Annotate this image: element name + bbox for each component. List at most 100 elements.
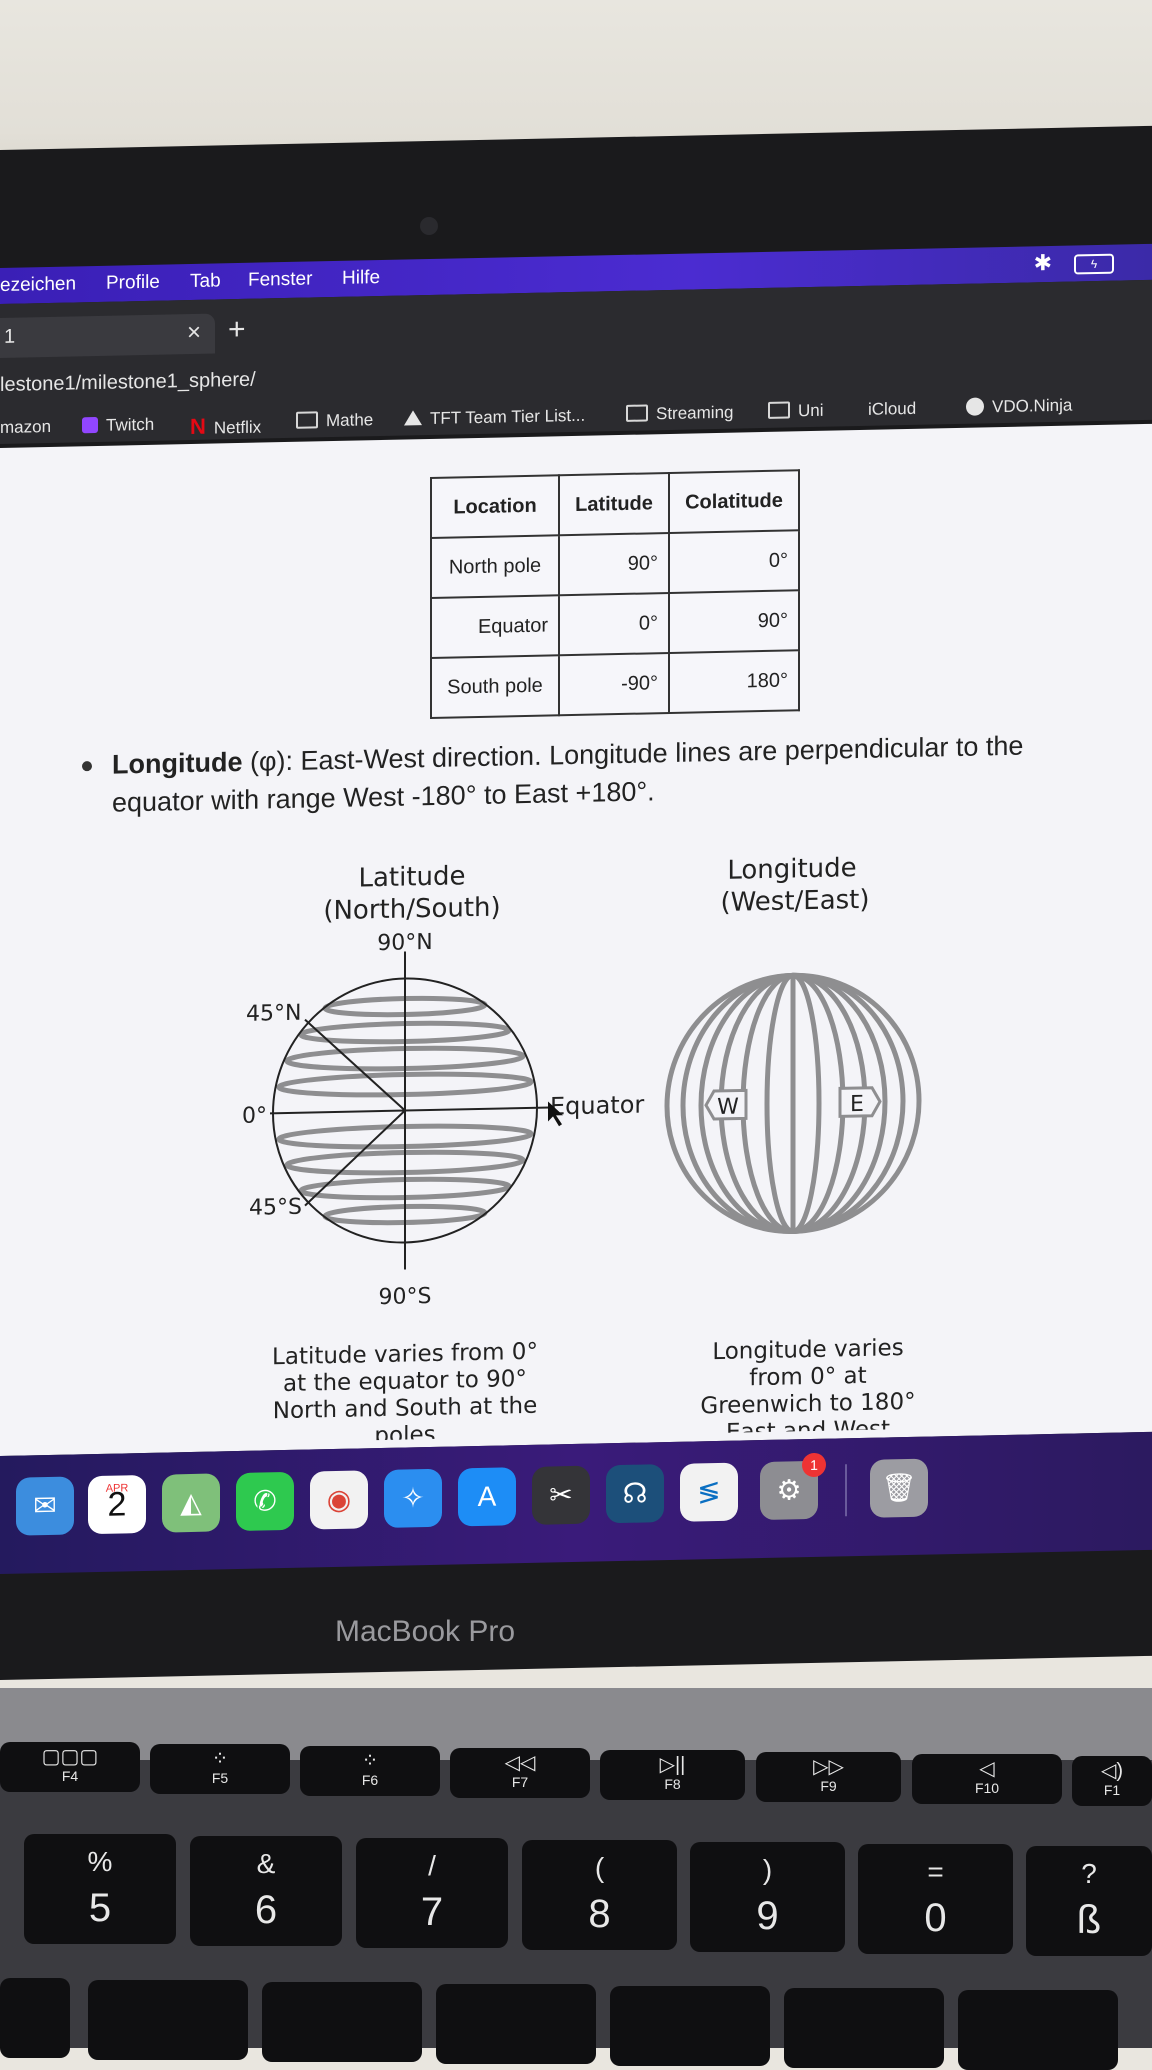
table-cell: 0° bbox=[669, 530, 799, 593]
key-z[interactable] bbox=[262, 1982, 422, 2062]
f8-key[interactable]: ▷|| F8 bbox=[600, 1750, 745, 1800]
new-tab-button[interactable]: + bbox=[228, 313, 246, 347]
label-equator: Equator bbox=[550, 1091, 644, 1121]
bullet-symbol: (φ) bbox=[249, 746, 286, 777]
menu-window[interactable]: Fenster bbox=[248, 268, 312, 291]
folder-icon bbox=[296, 411, 318, 429]
table-cell: -90° bbox=[559, 652, 669, 716]
bookmark-streaming[interactable]: Streaming bbox=[626, 403, 733, 425]
bullet-term: Longitude bbox=[112, 746, 243, 780]
menu-tab[interactable]: Tab bbox=[190, 270, 221, 293]
final-cut-icon[interactable]: ✂ bbox=[532, 1465, 590, 1525]
key-0[interactable]: = 0 bbox=[858, 1844, 1013, 1954]
table-cell: Equator bbox=[431, 595, 559, 658]
address-bar[interactable]: lestone1/milestone1_sphere/ bbox=[0, 369, 256, 397]
bookmark-uni[interactable]: Uni bbox=[768, 401, 824, 422]
key-t[interactable] bbox=[88, 1980, 248, 2060]
settings-badge: 1 bbox=[802, 1452, 826, 1478]
east-marker: E bbox=[838, 1086, 882, 1118]
label-45s: 45°S bbox=[249, 1195, 302, 1221]
f4-key[interactable]: ▢▢▢ F4 bbox=[0, 1742, 140, 1792]
key-u[interactable] bbox=[436, 1984, 596, 2064]
macbook-brand: MacBook Pro bbox=[335, 1615, 516, 1648]
longitude-caption-line: from 0° at bbox=[749, 1363, 866, 1391]
key-5[interactable]: % 5 bbox=[24, 1834, 176, 1944]
key-9[interactable]: ) 9 bbox=[690, 1842, 845, 1952]
tab-title: 1 bbox=[4, 325, 16, 348]
f11-key[interactable]: ◁) F1 bbox=[1072, 1756, 1152, 1806]
chrome-icon[interactable]: ◉ bbox=[310, 1470, 368, 1530]
f10-key[interactable]: ◁ F10 bbox=[912, 1754, 1062, 1804]
calendar-icon[interactable]: APR 2 bbox=[88, 1474, 146, 1535]
table-cell: 180° bbox=[669, 650, 799, 713]
bookmark-amazon[interactable]: mazon bbox=[0, 417, 51, 438]
bluetooth-icon[interactable]: ✱ bbox=[1034, 250, 1052, 276]
latitude-caption-line: at the equator to 90° bbox=[283, 1366, 527, 1397]
key-i[interactable] bbox=[610, 1986, 770, 2066]
header-location: Location bbox=[431, 475, 559, 538]
bookmark-mathe[interactable]: Mathe bbox=[296, 410, 373, 432]
west-marker: W bbox=[704, 1088, 748, 1121]
page-content: Location Latitude Colatitude North pole … bbox=[0, 423, 1152, 1457]
longitude-caption-line: Greenwich to 180° bbox=[700, 1389, 915, 1420]
longitude-subtitle: (West/East) bbox=[720, 885, 869, 918]
bookmark-tft[interactable]: TFT Team Tier List... bbox=[404, 406, 585, 430]
header-colatitude: Colatitude bbox=[669, 470, 799, 533]
app-store-icon[interactable]: A bbox=[458, 1467, 516, 1527]
equator-line bbox=[270, 1106, 550, 1115]
whatsapp-icon[interactable]: ✆ bbox=[236, 1471, 294, 1532]
key-6[interactable]: & 6 bbox=[190, 1836, 342, 1946]
latitude-caption-line: poles bbox=[374, 1422, 435, 1448]
table-row: South pole -90° 180° bbox=[431, 650, 799, 718]
table-cell: North pole bbox=[431, 535, 559, 598]
bookmark-netflix[interactable]: N Netflix bbox=[190, 413, 261, 440]
close-tab-icon[interactable]: × bbox=[187, 319, 201, 347]
latitude-title: Latitude bbox=[358, 861, 465, 893]
trash-icon[interactable]: 🗑 bbox=[870, 1458, 928, 1518]
menu-help[interactable]: Hilfe bbox=[342, 267, 380, 290]
f6-key[interactable]: ⁘ F6 bbox=[300, 1746, 440, 1796]
key-sharp-s[interactable]: ? ß bbox=[1026, 1846, 1152, 1956]
safari-icon[interactable]: ✧ bbox=[384, 1468, 442, 1528]
key-partial[interactable] bbox=[0, 1978, 70, 2058]
folder-icon bbox=[768, 401, 790, 419]
webcam bbox=[420, 217, 438, 235]
key-7[interactable]: /7 bbox=[356, 1838, 508, 1948]
f9-key[interactable]: ▷▷ F9 bbox=[756, 1752, 901, 1802]
table-cell: 90° bbox=[559, 532, 669, 596]
tft-icon bbox=[404, 410, 422, 426]
label-east: E bbox=[850, 1092, 864, 1117]
browser-tab[interactable]: 1 × bbox=[0, 313, 215, 358]
key-p[interactable] bbox=[958, 1990, 1118, 2070]
longitude-caption-line: Longitude varies bbox=[712, 1335, 903, 1365]
vscode-icon[interactable]: ≶ bbox=[680, 1462, 738, 1522]
bookmark-twitch[interactable]: Twitch bbox=[82, 415, 154, 437]
maps-icon[interactable]: ◭ bbox=[162, 1473, 220, 1533]
label-45n: 45°N bbox=[246, 1001, 301, 1027]
bookmark-icloud[interactable]: iCloud bbox=[860, 399, 916, 420]
label-west: W bbox=[717, 1095, 739, 1120]
bookmark-vdo-ninja[interactable]: VDO.Ninja bbox=[966, 396, 1072, 418]
label-90s: 90°S bbox=[379, 1284, 432, 1310]
battery-charging-icon[interactable]: ϟ bbox=[1074, 253, 1114, 275]
table-header-row: Location Latitude Colatitude bbox=[431, 470, 799, 538]
headset-app-icon[interactable]: ☊ bbox=[606, 1464, 664, 1524]
bullet-text: : East-West direction. Longitude lines a… bbox=[112, 730, 1024, 818]
table-row: North pole 90° 0° bbox=[431, 530, 799, 598]
f5-key[interactable]: ⁘ F5 bbox=[150, 1744, 290, 1794]
key-o[interactable] bbox=[784, 1988, 944, 2068]
table-cell: South pole bbox=[431, 655, 559, 718]
twitch-icon bbox=[82, 416, 98, 434]
menu-profile[interactable]: Profile bbox=[106, 272, 160, 295]
menu-bookmarks[interactable]: ezeichen bbox=[0, 273, 76, 297]
key-8[interactable]: (8 bbox=[522, 1840, 677, 1950]
mail-icon[interactable]: ✉ bbox=[16, 1476, 74, 1536]
longitude-sphere bbox=[664, 972, 922, 1234]
latitude-subtitle: (North/South) bbox=[323, 893, 500, 927]
longitude-title: Longitude bbox=[727, 853, 856, 886]
f7-key[interactable]: ◁◁ F7 bbox=[450, 1748, 590, 1798]
latitude-longitude-diagram: Latitude (North/South) 90°N 45°N 0° 45°S… bbox=[242, 853, 922, 1448]
keyboard: ▢▢▢ F4 ⁘ F5 ⁘ F6 ◁◁ F7 ▷|| F8 ▷▷ F9 ◁ F10 ◁) F1 … bbox=[0, 1742, 1152, 2070]
dock-divider bbox=[845, 1464, 847, 1517]
table-cell: 0° bbox=[559, 592, 669, 656]
